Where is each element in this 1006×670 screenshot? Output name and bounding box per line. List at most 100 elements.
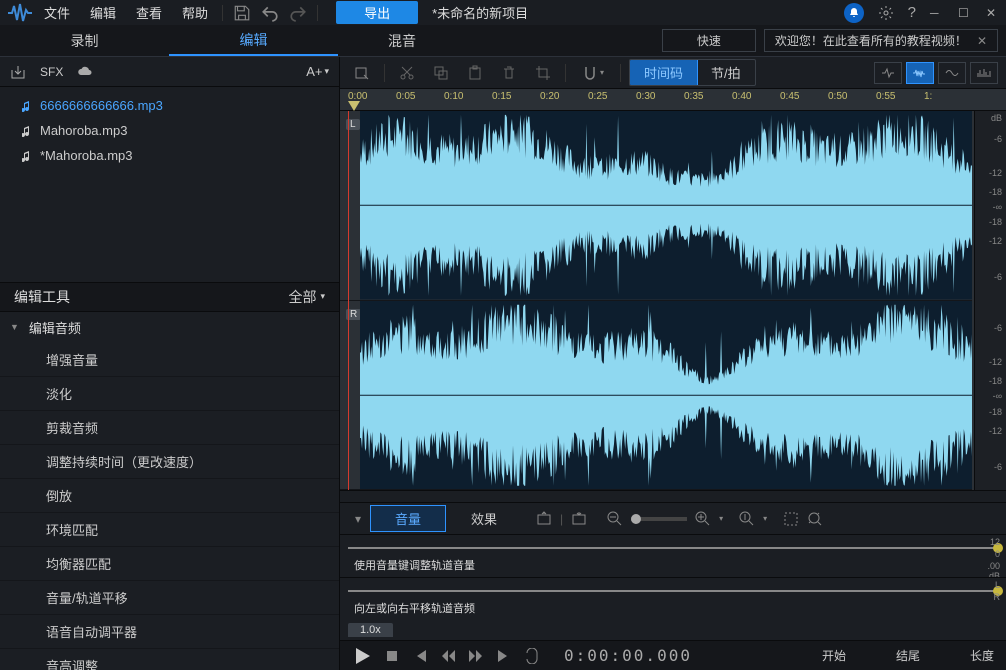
menu-edit[interactable]: 编辑 bbox=[90, 3, 116, 22]
redo-icon[interactable] bbox=[289, 4, 307, 22]
ruler-tick: 0:40 bbox=[732, 91, 751, 102]
menu-help[interactable]: 帮助 bbox=[182, 3, 208, 22]
menu-file[interactable]: 文件 bbox=[44, 3, 70, 22]
view-btn-4[interactable] bbox=[970, 62, 998, 84]
welcome-close-icon[interactable]: ✕ bbox=[977, 34, 987, 48]
menu-view[interactable]: 查看 bbox=[136, 3, 162, 22]
help-icon[interactable]: ? bbox=[908, 4, 916, 21]
loop-icon[interactable] bbox=[524, 648, 540, 664]
speed-selector[interactable]: 快速 bbox=[662, 29, 756, 52]
snap-dropdown[interactable]: ▾ bbox=[574, 62, 612, 84]
minimize-icon[interactable]: ─ bbox=[930, 6, 944, 20]
undo-icon[interactable] bbox=[261, 4, 279, 22]
file-item[interactable]: *Mahoroba.mp3 bbox=[0, 143, 339, 168]
pill-beats[interactable]: 节/拍 bbox=[697, 60, 755, 85]
main-menu: 文件 编辑 查看 帮助 bbox=[44, 3, 208, 22]
horizontal-scrollbar[interactable] bbox=[340, 490, 1006, 502]
zoom-out-icon[interactable] bbox=[607, 511, 623, 527]
channel-right[interactable]: R bbox=[340, 301, 972, 491]
channel-left[interactable]: L bbox=[340, 111, 972, 301]
cloud-icon[interactable] bbox=[77, 64, 93, 80]
notification-icon[interactable] bbox=[844, 3, 864, 23]
music-note-icon bbox=[22, 100, 32, 112]
prev-icon[interactable] bbox=[412, 648, 428, 664]
mode-bar: 录制 编辑 混音 快速 欢迎您！在此查看所有的教程视频！ ✕ bbox=[0, 25, 1006, 57]
tool-item[interactable]: 语音自动调平器 bbox=[0, 615, 339, 649]
editor-toolbar: ▾ 时间码 节/拍 bbox=[340, 57, 1006, 89]
tool-item[interactable]: 淡化 bbox=[0, 377, 339, 411]
lower-tabs: ▾ 音量 效果 | ▾ ▾ bbox=[340, 502, 1006, 534]
tool-item[interactable]: 剪裁音频 bbox=[0, 411, 339, 445]
volume-hint: 使用音量键调整轨道音量 bbox=[348, 557, 998, 573]
import-icon[interactable] bbox=[10, 64, 26, 80]
tab-volume[interactable]: 音量 bbox=[370, 505, 446, 532]
crop-icon[interactable] bbox=[529, 62, 557, 84]
zoom-import-icon[interactable] bbox=[571, 511, 587, 527]
copy-icon[interactable] bbox=[427, 62, 455, 84]
tool-item[interactable]: 调整持续时间（更改速度） bbox=[0, 445, 339, 479]
pill-timecode[interactable]: 时间码 bbox=[629, 59, 698, 86]
next-icon[interactable] bbox=[496, 648, 512, 664]
title-toolbar bbox=[222, 4, 318, 22]
tool-item[interactable]: 音高调整 bbox=[0, 649, 339, 670]
ruler-tick: 0:30 bbox=[636, 91, 655, 102]
mode-tab-mix[interactable]: 混音 bbox=[388, 31, 416, 51]
mode-tab-record[interactable]: 录制 bbox=[0, 25, 169, 56]
view-btn-1[interactable] bbox=[874, 62, 902, 84]
sfx-button[interactable]: SFX bbox=[40, 65, 63, 79]
zoom-vertical-icon[interactable] bbox=[739, 511, 755, 527]
library-toolbar: SFX A+▾ bbox=[0, 57, 339, 87]
welcome-banner[interactable]: 欢迎您！在此查看所有的教程视频！ ✕ bbox=[764, 29, 998, 52]
playback-speed-tab[interactable]: 1.0x bbox=[348, 623, 393, 637]
zoom-fit-icon[interactable] bbox=[807, 511, 823, 527]
zoom-in-icon[interactable] bbox=[695, 511, 711, 527]
waveform-area[interactable]: L R dB -6 -12 -18 -∞ -18 -12 -6 bbox=[340, 111, 1006, 490]
playhead-line[interactable] bbox=[348, 111, 349, 490]
file-item[interactable]: 6666666666666.mp3 bbox=[0, 93, 339, 118]
zoom-selection-icon[interactable] bbox=[783, 511, 799, 527]
tools-header: 编辑工具 全部▾ bbox=[0, 282, 339, 312]
gear-icon[interactable] bbox=[878, 5, 894, 21]
ruler-tick: 0:15 bbox=[492, 91, 511, 102]
volume-slider[interactable] bbox=[348, 547, 998, 549]
volume-strip: 使用音量键调整轨道音量 12 0 .00 dB bbox=[340, 534, 1006, 577]
waveform-right bbox=[360, 301, 972, 490]
tool-category[interactable]: 编辑音频 bbox=[0, 312, 339, 343]
zoom-export-icon[interactable] bbox=[536, 511, 552, 527]
tools-filter-all[interactable]: 全部▾ bbox=[288, 287, 325, 307]
tools-title: 编辑工具 bbox=[14, 287, 70, 307]
view-btn-3[interactable] bbox=[938, 62, 966, 84]
rewind-icon[interactable] bbox=[440, 648, 456, 664]
tool-item[interactable]: 均衡器匹配 bbox=[0, 547, 339, 581]
file-item[interactable]: Mahoroba.mp3 bbox=[0, 118, 339, 143]
play-icon[interactable] bbox=[352, 646, 372, 666]
zoom-slider[interactable] bbox=[631, 517, 687, 521]
music-note-icon bbox=[22, 150, 32, 162]
tool-item[interactable]: 增强音量 bbox=[0, 343, 339, 377]
paste-icon[interactable] bbox=[461, 62, 489, 84]
tool-item[interactable]: 倒放 bbox=[0, 479, 339, 513]
ruler-tick: 1: bbox=[924, 91, 932, 102]
maximize-icon[interactable]: ☐ bbox=[958, 6, 972, 20]
tool-item[interactable]: 环境匹配 bbox=[0, 513, 339, 547]
pan-slider[interactable] bbox=[348, 590, 998, 592]
tool-list[interactable]: 编辑音频 增强音量 淡化 剪裁音频 调整持续时间（更改速度） 倒放 环境匹配 均… bbox=[0, 312, 339, 670]
time-ruler[interactable]: 0:000:050:100:150:200:250:300:350:400:45… bbox=[340, 89, 1006, 111]
font-size-button[interactable]: A+▾ bbox=[306, 64, 329, 79]
delete-icon[interactable] bbox=[495, 62, 523, 84]
collapse-panel-icon[interactable]: ▾ bbox=[346, 512, 370, 526]
ruler-tick: 0:55 bbox=[876, 91, 895, 102]
close-icon[interactable]: ✕ bbox=[986, 6, 1000, 20]
export-button[interactable]: 导出 bbox=[336, 1, 418, 24]
db-scale: dB -6 -12 -18 -∞ -18 -12 -6 -6 -12 -18 -… bbox=[974, 111, 1006, 490]
save-icon[interactable] bbox=[233, 4, 251, 22]
stop-icon[interactable] bbox=[384, 648, 400, 664]
ruler-tick: 0:00 bbox=[348, 91, 367, 102]
view-btn-2[interactable] bbox=[906, 62, 934, 84]
select-tool-icon[interactable] bbox=[348, 62, 376, 84]
cut-icon[interactable] bbox=[393, 62, 421, 84]
mode-tab-edit[interactable]: 编辑 bbox=[169, 25, 338, 56]
tool-item[interactable]: 音量/轨道平移 bbox=[0, 581, 339, 615]
forward-icon[interactable] bbox=[468, 648, 484, 664]
tab-effects[interactable]: 效果 bbox=[446, 505, 522, 532]
